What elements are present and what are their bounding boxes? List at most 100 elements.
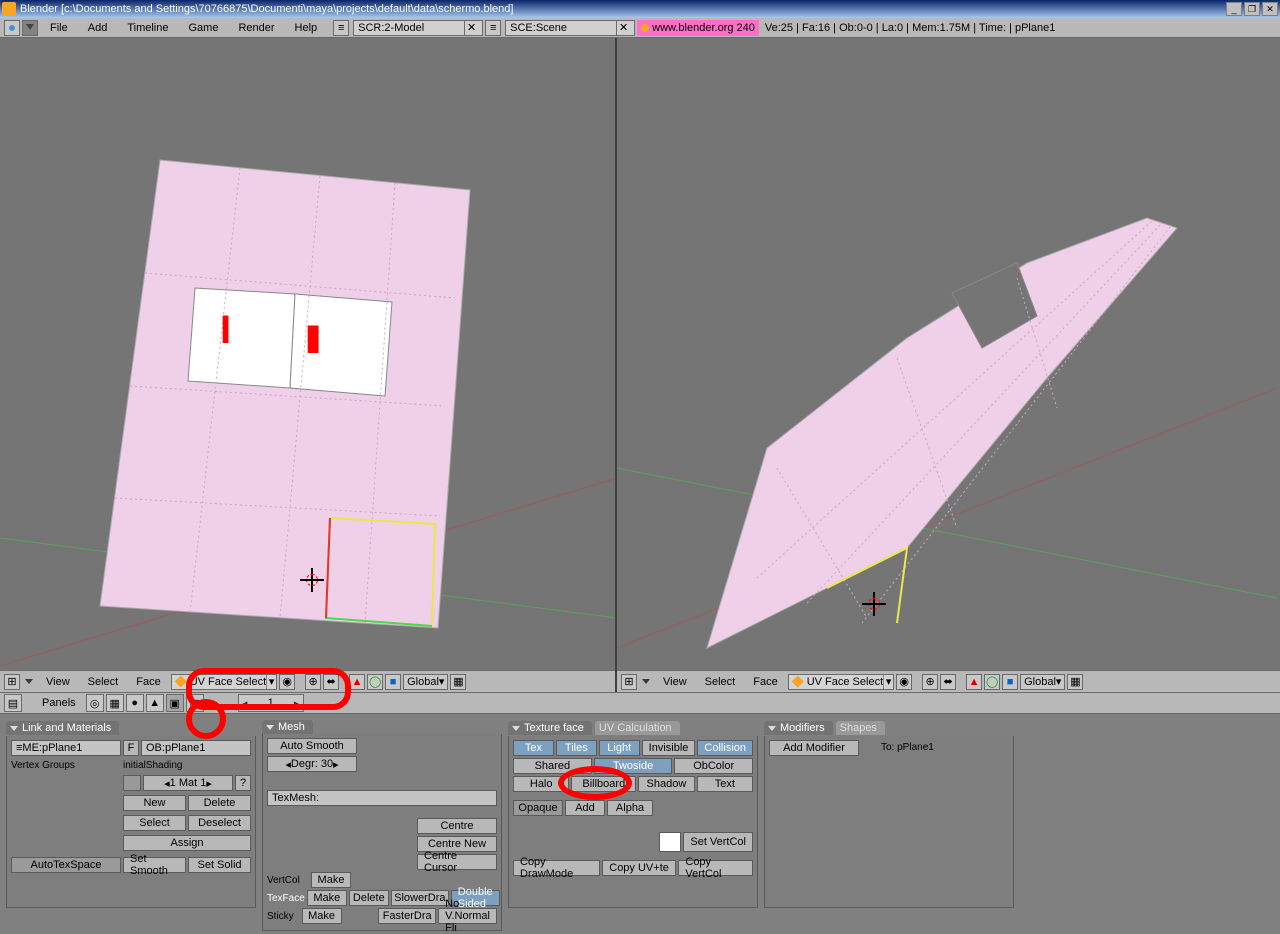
shadow-button[interactable]: Shadow [638,776,694,792]
vp-menu-select[interactable]: Select [80,676,127,688]
mat-new-button[interactable]: New [123,795,186,811]
layer-button[interactable]: ▦ [450,674,466,690]
vp-menu-select[interactable]: Select [697,676,744,688]
annotation-roman-2: II [305,318,315,363]
text-button[interactable]: Text [697,776,753,792]
fake-user-button[interactable]: F [123,740,139,756]
centre-cursor-button[interactable]: Centre Cursor [417,854,497,870]
scene-stats-text: Ve:25 | Fa:16 | Ob:0-0 | La:0 | Mem:1.75… [759,22,1061,34]
context-logic-icon[interactable]: ◎ [86,694,104,712]
copy-vertcol-button[interactable]: Copy VertCol [678,860,753,876]
menu-timeline[interactable]: Timeline [117,22,178,34]
context-object-icon[interactable]: ▲ [146,694,164,712]
manipulator-translate-icon[interactable]: ▲ [349,674,365,690]
copy-drawmode-button[interactable]: Copy DrawMode [513,860,600,876]
vp-menu-face[interactable]: Face [128,676,168,688]
tab-shapes[interactable]: Shapes [836,721,885,735]
texface-delete-button[interactable]: Delete [349,890,389,906]
vertcol-swatch[interactable] [659,832,681,852]
menu-render[interactable]: Render [228,22,284,34]
header-collapse-icon[interactable] [642,679,650,684]
centre-button[interactable]: Centre [417,818,497,834]
sticky-make-button[interactable]: Make [302,908,342,924]
tex-button[interactable]: Tex [513,740,554,756]
opaque-button[interactable]: Opaque [513,800,563,816]
vp-menu-view[interactable]: View [38,676,78,688]
viewport-left[interactable]: I II (1) pPlane1 ⊞ View Select Face UV F… [0,38,617,692]
material-help-button[interactable]: ? [235,775,251,791]
mat-deselect-button[interactable]: Deselect [188,815,251,831]
menu-file[interactable]: File [40,22,78,34]
vp-menu-face[interactable]: Face [745,676,785,688]
header-collapse-icon[interactable] [22,20,38,36]
info-editor-icon[interactable] [4,20,20,36]
editor-type-icon[interactable]: ⊞ [4,674,20,690]
texmesh-field[interactable]: TexMesh: [267,790,497,806]
collision-button[interactable]: Collision [697,740,753,756]
menu-help[interactable]: Help [285,22,328,34]
header-collapse-icon[interactable] [25,679,33,684]
tiles-button[interactable]: Tiles [556,740,597,756]
window-minimize-button[interactable]: _ [1226,2,1242,16]
mat-assign-button[interactable]: Assign [123,835,251,851]
editor-type-icon[interactable]: ⊞ [621,674,637,690]
manipulator-translate-icon[interactable]: ▲ [966,674,982,690]
menu-game[interactable]: Game [178,22,228,34]
context-script-icon[interactable]: ▦ [106,694,124,712]
manipulator-scale-icon[interactable]: ■ [1002,674,1018,690]
window-restore-button[interactable]: ❐ [1244,2,1260,16]
material-preview-swatch[interactable] [123,775,141,791]
fasterdraw-button[interactable]: FasterDra [378,908,436,924]
screen-browse-icon[interactable]: ≡ [333,20,349,36]
viewport-right[interactable]: (1) pPlane1 ⊞ View Select Face UV Face S… [617,38,1280,692]
annotation-highlight-twoside [558,766,632,800]
orientation-selector[interactable]: Global ▾ [1020,674,1065,690]
buttons-editor-icon[interactable]: ▤ [4,694,22,712]
material-index-spinner[interactable]: ◂ 1 Mat 1 ▸ [143,775,233,791]
set-vertcol-button[interactable]: Set VertCol [683,832,753,852]
menu-add[interactable]: Add [78,22,118,34]
vertcol-make-button[interactable]: Make [311,872,351,888]
slowerdraw-button[interactable]: SlowerDra [391,890,449,906]
alpha-button[interactable]: Alpha [607,800,653,816]
add-modifier-button[interactable]: Add Modifier [769,740,859,756]
set-solid-button[interactable]: Set Solid [188,857,251,873]
info-header: File Add Timeline Game Render Help ≡ SCR… [0,18,1280,38]
autotexspace-button[interactable]: AutoTexSpace [11,857,121,873]
manipulator-rotate-icon[interactable]: ◯ [984,674,1000,690]
manipulator-rotate-icon[interactable]: ◯ [367,674,383,690]
pivot-selector-icon[interactable]: ⊕ [922,674,938,690]
window-close-button[interactable]: ✕ [1262,2,1278,16]
vp-menu-view[interactable]: View [655,676,695,688]
add-blend-button[interactable]: Add [565,800,605,816]
layer-button[interactable]: ▦ [1067,674,1083,690]
invisible-button[interactable]: Invisible [642,740,696,756]
obcolor-button[interactable]: ObColor [674,758,753,774]
orientation-selector[interactable]: Global ▾ [403,674,448,690]
scene-selector[interactable]: SCE:Scene✕ [505,20,635,36]
shading-selector-icon[interactable]: ◉ [896,674,912,690]
auto-smooth-button[interactable]: Auto Smooth [267,738,357,754]
mode-selector[interactable]: UV Face Select▾ [788,674,894,690]
blender-link-button[interactable]: www.blender.org 240 [637,20,759,36]
mat-select-button[interactable]: Select [123,815,186,831]
set-smooth-button[interactable]: Set Smooth [123,857,186,873]
panel-texture-face: Texture faceUV Calculation Tex Tiles Lig… [508,720,758,908]
ob-datablock-field[interactable]: OB:pPlane1 [141,740,251,756]
scene-browse-icon[interactable]: ≡ [485,20,501,36]
blender-app-icon [2,2,16,16]
texface-make-button[interactable]: Make [307,890,347,906]
tab-uv-calculation[interactable]: UV Calculation [595,721,680,735]
light-button[interactable]: Light [599,740,640,756]
me-datablock-field[interactable]: ≡ ME:pPlane1 [11,740,121,756]
mat-delete-button[interactable]: Delete [188,795,251,811]
context-editing-icon[interactable]: ▣ [166,694,184,712]
cursor-3d-icon [862,592,886,616]
degr-spinner[interactable]: ◂ Degr: 30 ▸ [267,756,357,772]
no-vnormal-flip-button[interactable]: No V.Normal Fli [438,908,497,924]
copy-uv-button[interactable]: Copy UV+te [602,860,677,876]
manipulator-scale-icon[interactable]: ■ [385,674,401,690]
context-shading-icon[interactable]: ● [126,694,144,712]
screen-selector[interactable]: SCR:2-Model✕ [353,20,483,36]
manipulator-toggle-icon[interactable]: ⬌ [940,674,956,690]
